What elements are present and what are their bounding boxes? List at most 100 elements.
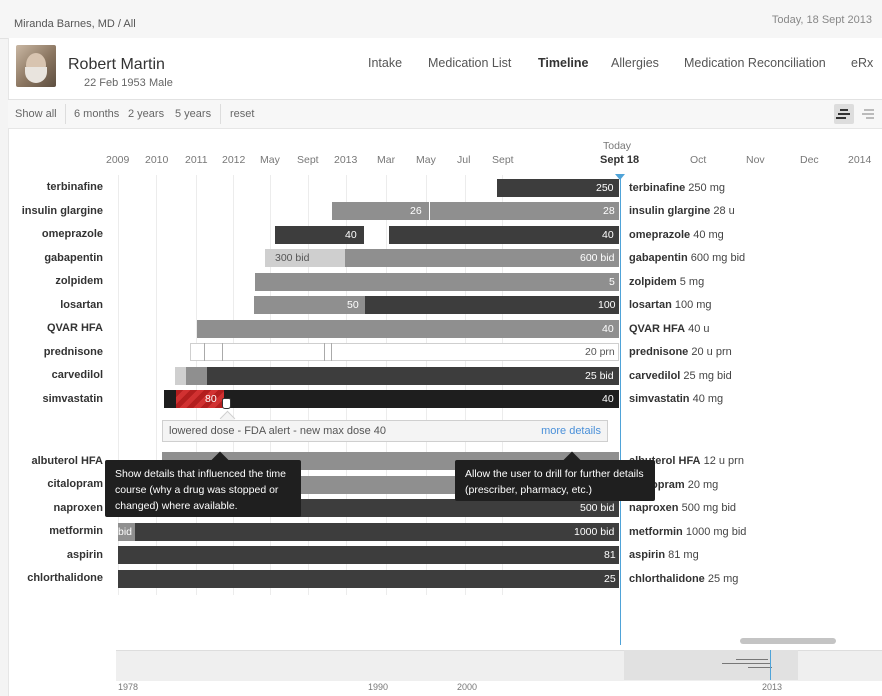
med-bar-losartan[interactable] — [365, 296, 619, 314]
five-years-button[interactable]: 5 years — [175, 108, 211, 120]
prn-event-tick — [204, 343, 205, 361]
axis-label: Sept — [492, 154, 514, 166]
today-marker-icon — [615, 174, 625, 180]
med-bar-qvar-hfa[interactable] — [197, 320, 619, 338]
med-bar-aspirin[interactable] — [118, 546, 619, 564]
tab-medication-list[interactable]: Medication List — [428, 56, 511, 70]
minimap-trace — [736, 659, 768, 660]
med-label-omeprazole[interactable]: omeprazole — [0, 228, 103, 240]
axis-label: Oct — [690, 154, 707, 166]
bar-value: 1000 bid — [574, 526, 615, 538]
med-bar-carvedilol[interactable] — [207, 367, 619, 385]
minimap-label: 1978 — [118, 682, 139, 692]
med-label-zolpidem[interactable]: zolpidem — [0, 275, 103, 287]
med-bar-chlorthalidone[interactable] — [118, 570, 619, 588]
bar-value: 80 — [205, 393, 217, 405]
med-label-metformin[interactable]: metformin — [0, 525, 103, 537]
patient-name: Robert Martin — [68, 56, 165, 73]
bar-value: 50 — [347, 299, 359, 311]
med-bar-simvastatin[interactable] — [164, 390, 619, 408]
med-bar-zolpidem[interactable] — [255, 273, 619, 291]
med-summary[interactable]: carvedilol 25 mg bid — [629, 367, 732, 385]
med-summary[interactable]: QVAR HFA 40 u — [629, 320, 710, 338]
med-label-losartan[interactable]: losartan — [0, 299, 103, 311]
med-label-qvar-hfa[interactable]: QVAR HFA — [0, 322, 103, 334]
med-summary[interactable]: simvastatin 40 mg — [629, 390, 723, 408]
med-label-prednisone[interactable]: prednisone — [0, 346, 103, 358]
bar-value: 81 — [604, 549, 616, 561]
bar-value: 600 bid — [580, 252, 615, 264]
minimap-label: 2000 — [457, 682, 478, 692]
axis-label: 2011 — [185, 154, 208, 166]
med-bar-carvedilol-prior[interactable] — [186, 367, 207, 385]
pointer-cursor-icon — [222, 398, 231, 409]
tab-medication-reconciliation[interactable]: Medication Reconciliation — [684, 56, 826, 70]
med-summary[interactable]: naproxen 500 mg bid — [629, 499, 736, 517]
six-months-button[interactable]: 6 months — [74, 108, 119, 120]
prn-event-tick — [222, 343, 223, 361]
bar-value: 300 bid — [275, 252, 310, 264]
minimap-window[interactable] — [624, 650, 798, 680]
list-view-toggle[interactable] — [858, 104, 878, 124]
patient-avatar — [16, 45, 56, 87]
minimap-trace — [748, 667, 772, 668]
axis-label: May — [416, 154, 436, 166]
tab-allergies[interactable]: Allergies — [611, 56, 659, 70]
med-bar-omeprazole[interactable] — [389, 226, 619, 244]
axis-label: Jul — [457, 154, 471, 166]
timeline-view-toggle[interactable] — [834, 104, 854, 124]
minimap-today-line — [770, 650, 771, 680]
patient-dob: 22 Feb 1953 — [84, 77, 146, 89]
med-label-carvedilol[interactable]: carvedilol — [0, 369, 103, 381]
tab-timeline[interactable]: Timeline — [538, 56, 588, 70]
med-summary[interactable]: omeprazole 40 mg — [629, 226, 724, 244]
bar-value: 500 bid — [580, 502, 615, 514]
med-label-terbinafine[interactable]: terbinafine — [0, 181, 103, 193]
med-bar-gabapentin[interactable] — [345, 249, 619, 267]
today-label: Today — [603, 140, 632, 152]
bar-value: 250 — [596, 182, 614, 194]
bar-value: 20 prn — [585, 346, 615, 358]
med-summary[interactable]: chlorthalidone 25 mg — [629, 570, 738, 588]
med-summary[interactable]: aspirin 81 mg — [629, 546, 699, 564]
annotation-tooltip-right: Allow the user to drill for further deta… — [455, 460, 655, 501]
bar-value: 40 — [602, 229, 614, 241]
med-label-simvastatin[interactable]: simvastatin — [0, 393, 103, 405]
axis-label: 2009 — [106, 154, 130, 166]
top-bar: Miranda Barnes, MD / All Today, 18 Sept … — [0, 0, 882, 39]
bar-value: 100 — [598, 299, 616, 311]
med-label-albuterol-hfa[interactable]: albuterol HFA — [0, 455, 103, 467]
med-summary[interactable]: metformin 1000 mg bid — [629, 523, 746, 541]
axis-label: 2010 — [145, 154, 169, 166]
reset-button[interactable]: reset — [230, 108, 254, 120]
dose-change-detail: lowered dose - FDA alert - new max dose … — [162, 420, 608, 442]
tab-intake[interactable]: Intake — [368, 56, 402, 70]
bar-value: 28 — [603, 205, 615, 217]
med-label-gabapentin[interactable]: gabapentin — [0, 252, 103, 264]
med-summary[interactable]: prednisone 20 u prn — [629, 343, 732, 361]
med-bar-insulin-glargine[interactable] — [430, 202, 619, 220]
horizontal-scrollbar[interactable] — [740, 638, 836, 644]
med-summary[interactable]: zolpidem 5 mg — [629, 273, 704, 291]
bar-value: 26 — [410, 205, 422, 217]
med-summary[interactable]: gabapentin 600 mg bid — [629, 249, 745, 267]
med-bar-carvedilol-early[interactable] — [175, 367, 186, 385]
show-all-button[interactable]: Show all — [15, 108, 57, 120]
med-label-aspirin[interactable]: aspirin — [0, 549, 103, 561]
tab-erx[interactable]: eRx — [851, 56, 873, 70]
med-summary[interactable]: insulin glargine 28 u — [629, 202, 735, 220]
today-date-text: Today, 18 Sept 2013 — [771, 14, 872, 26]
breadcrumb[interactable]: Miranda Barnes, MD / All — [14, 18, 136, 30]
med-label-chlorthalidone[interactable]: chlorthalidone — [0, 572, 103, 584]
today-marker-line — [620, 175, 621, 645]
med-bar-prednisone[interactable] — [190, 343, 619, 361]
med-bar-metformin[interactable] — [135, 523, 619, 541]
two-years-button[interactable]: 2 years — [128, 108, 164, 120]
med-label-insulin-glargine[interactable]: insulin glargine — [0, 205, 103, 217]
more-details-link[interactable]: more details — [541, 425, 601, 437]
med-summary[interactable]: terbinafine 250 mg — [629, 179, 725, 197]
prn-event-tick — [324, 343, 325, 361]
med-summary[interactable]: losartan 100 mg — [629, 296, 712, 314]
med-label-citalopram[interactable]: citalopram — [0, 478, 103, 490]
med-label-naproxen[interactable]: naproxen — [0, 502, 103, 514]
